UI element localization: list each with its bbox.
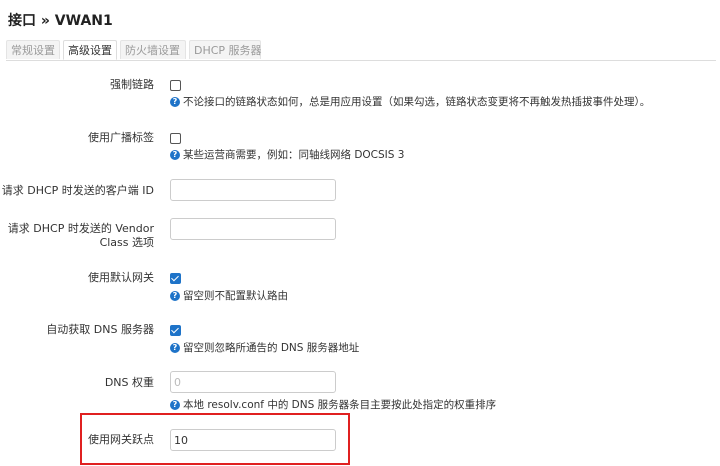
help-icon <box>170 97 180 107</box>
vendor-class-label-line2: Class 选项 <box>99 236 154 249</box>
dns-weight-label: DNS 权重 <box>104 376 154 389</box>
default-route-checkbox[interactable] <box>170 273 181 284</box>
tab-general[interactable]: 常规设置 <box>6 40 60 59</box>
page-title: 接口 » VWAN1 <box>8 13 113 29</box>
force-link-checkbox[interactable] <box>170 80 181 91</box>
help-icon <box>170 343 180 353</box>
client-id-input[interactable] <box>170 179 336 201</box>
broadcast-flag-help-text: 某些运营商需要，例如：同轴线网络 DOCSIS 3 <box>183 149 405 161</box>
vendor-class-label-line1: 请求 DHCP 时发送的 Vendor <box>7 222 154 235</box>
highlight-box <box>80 413 350 465</box>
broadcast-flag-help: 某些运营商需要，例如：同轴线网络 DOCSIS 3 <box>170 149 404 162</box>
client-id-label: 请求 DHCP 时发送的客户端 ID <box>1 184 154 197</box>
dns-weight-help-text: 本地 resolv.conf 中的 DNS 服务器条目主要按此处指定的权重排序 <box>183 399 497 411</box>
force-link-help-text: 不论接口的链路状态如何，总是用应用设置（如果勾选，链路状态变更将不再触发热插拔事… <box>183 96 651 108</box>
vendor-class-label: 请求 DHCP 时发送的 Vendor Class 选项 <box>8 222 154 250</box>
tab-advanced[interactable]: 高级设置 <box>63 40 117 60</box>
peer-dns-help-text: 留空则忽略所通告的 DNS 服务器地址 <box>183 342 360 354</box>
tab-bar: 常规设置 高级设置 防火墙设置 DHCP 服务器 <box>6 40 716 61</box>
default-route-help: 留空则不配置默认路由 <box>170 290 288 303</box>
dns-weight-input[interactable] <box>170 371 336 393</box>
peer-dns-label: 自动获取 DNS 服务器 <box>46 323 154 336</box>
peer-dns-help: 留空则忽略所通告的 DNS 服务器地址 <box>170 342 359 355</box>
help-icon <box>170 400 180 410</box>
vendor-class-input[interactable] <box>170 218 336 240</box>
help-icon <box>170 150 180 160</box>
force-link-help: 不论接口的链路状态如何，总是用应用设置（如果勾选，链路状态变更将不再触发热插拔事… <box>170 96 650 109</box>
help-icon <box>170 291 180 301</box>
dns-weight-help: 本地 resolv.conf 中的 DNS 服务器条目主要按此处指定的权重排序 <box>170 399 496 412</box>
force-link-label: 强制链路 <box>110 78 154 91</box>
tab-dhcp-server[interactable]: DHCP 服务器 <box>189 40 262 59</box>
default-route-help-text: 留空则不配置默认路由 <box>183 290 288 302</box>
peer-dns-checkbox[interactable] <box>170 325 181 336</box>
page: 接口 » VWAN1 常规设置 高级设置 防火墙设置 DHCP 服务器 强制链路… <box>0 0 720 466</box>
tab-firewall[interactable]: 防火墙设置 <box>120 40 186 59</box>
broadcast-flag-label: 使用广播标签 <box>88 131 154 144</box>
default-route-label: 使用默认网关 <box>88 271 154 284</box>
broadcast-flag-checkbox[interactable] <box>170 133 181 144</box>
